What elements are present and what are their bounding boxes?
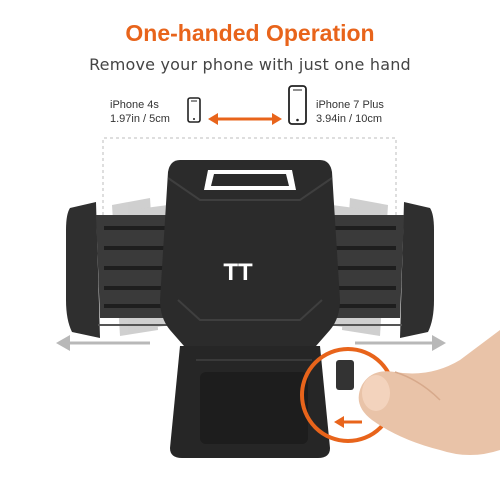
left-direction-arrow-icon: [56, 335, 150, 351]
product-illustration: TT: [56, 85, 500, 458]
brand-logo: TT: [223, 259, 253, 286]
left-grip-arm: [66, 202, 170, 338]
small-phone-icon: [187, 97, 201, 123]
finger-icon: [358, 330, 500, 455]
right-grip-arm: [330, 202, 434, 338]
large-phone-icon: [288, 85, 307, 125]
mount-body: [160, 160, 354, 458]
size-range-arrow-icon: [208, 113, 282, 125]
